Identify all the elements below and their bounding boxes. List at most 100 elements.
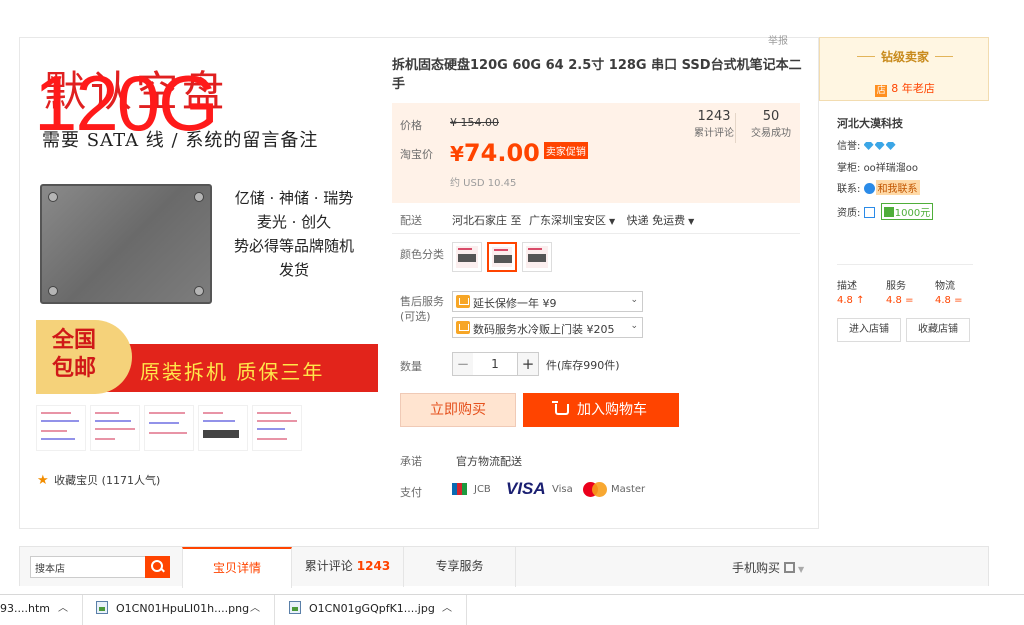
ship-method-select[interactable]: 快递 免运费 ▼ bbox=[627, 214, 695, 227]
color-swatch-selected[interactable] bbox=[487, 242, 517, 272]
download-item[interactable]: O1CN01gGQpfK1....jpg bbox=[289, 595, 435, 625]
thumbnail[interactable] bbox=[252, 405, 302, 451]
ship-to-select[interactable]: 广东深圳宝安区 ▼ bbox=[529, 214, 615, 227]
score-value: 4.8 ↑ bbox=[837, 295, 865, 306]
contact-button[interactable]: 和我联系 bbox=[863, 180, 920, 195]
taobao-price-label: 淘宝价 bbox=[400, 148, 433, 161]
free-shipping-badge: 全国包邮 bbox=[36, 320, 132, 394]
download-filename: 93....htm bbox=[0, 602, 50, 615]
favorite-item[interactable]: ★ 收藏宝贝 (1171人气) bbox=[37, 472, 160, 488]
usd-price: 约 USD 10.45 bbox=[450, 178, 517, 189]
brand-line: 势必得等品牌随机 bbox=[233, 237, 354, 255]
shipping-label: 配送 bbox=[400, 214, 422, 227]
original-price: ¥ 154.00 bbox=[450, 116, 499, 129]
tab-services[interactable]: 专享服务 bbox=[404, 547, 516, 587]
seller-header: 钻级卖家 店8 年老店 bbox=[819, 37, 989, 101]
download-filename: O1CN01gGQpfK1....jpg bbox=[309, 602, 435, 615]
enter-shop-button[interactable]: 进入店铺 bbox=[837, 318, 901, 342]
shop-name[interactable]: 河北大漠科技 bbox=[837, 115, 903, 131]
brand-line: 麦光 · 创久 bbox=[256, 213, 332, 231]
screw-icon bbox=[48, 192, 58, 202]
tab-reviews-count: 1243 bbox=[356, 559, 391, 573]
download-item[interactable]: O1CN01HpuLI01h....png bbox=[96, 595, 249, 625]
color-swatch[interactable] bbox=[452, 242, 482, 272]
thumbnail[interactable] bbox=[90, 405, 140, 451]
deposit-row: 资质: 1000元 bbox=[837, 203, 934, 220]
current-price: ¥74.00 卖家促销 bbox=[450, 139, 588, 167]
shipping-info: 河北石家庄 至 广东深圳宝安区 ▼ 快递 免运费 ▼ bbox=[452, 212, 694, 228]
image-capacity: 120G bbox=[36, 59, 219, 147]
mobile-buy-link[interactable]: 手机购买 ▼ bbox=[732, 559, 804, 576]
owner-name[interactable]: oo祥瑞溜oo bbox=[864, 163, 918, 174]
favorite-shop-button[interactable]: 收藏店铺 bbox=[906, 318, 970, 342]
deposit-label: 资质: bbox=[837, 208, 861, 219]
score-label: 物流 bbox=[935, 281, 955, 292]
warranty-option: 延长保修一年 ¥9 bbox=[473, 297, 557, 310]
divider bbox=[82, 595, 83, 625]
brand-line: 亿储 · 神储 · 瑞势 bbox=[234, 189, 354, 207]
chevron-down-icon: ⌄ bbox=[630, 321, 638, 331]
deposit-icon bbox=[883, 207, 894, 217]
tab-item-details[interactable]: 宝贝详情 bbox=[182, 547, 292, 588]
chevron-up-icon[interactable]: ︿ bbox=[442, 595, 452, 625]
warranty-select[interactable]: 延长保修一年 ¥9 ⌄ bbox=[452, 291, 643, 312]
shop-search-input[interactable] bbox=[30, 556, 146, 578]
color-swatch[interactable] bbox=[522, 242, 552, 272]
brand-line: 发货 bbox=[278, 261, 309, 279]
price-value: 74.00 bbox=[463, 139, 540, 167]
deposit-amount: 1000元 bbox=[894, 208, 931, 219]
tab-reviews-label: 累计评论 bbox=[304, 559, 353, 573]
quantity-increase-button[interactable]: + bbox=[517, 352, 539, 376]
thumbnail[interactable] bbox=[198, 405, 248, 451]
reviews-label: 累计评论 bbox=[694, 128, 734, 139]
credit-label: 信誉: bbox=[837, 141, 861, 152]
promo-text: 原装拆机 质保三年 bbox=[140, 360, 325, 384]
favorite-label: 收藏宝贝 bbox=[54, 474, 99, 487]
payment-label: 支付 bbox=[400, 486, 422, 499]
service-icon bbox=[456, 321, 470, 334]
quantity-input[interactable] bbox=[473, 352, 517, 376]
ship-method: 快递 免运费 bbox=[626, 214, 686, 227]
chevron-down-icon: ⌄ bbox=[630, 295, 638, 305]
ssd-drive-illustration bbox=[40, 184, 212, 304]
main-product-image[interactable]: 默认空盘 需要 SATA 线 / 系统的留言备注 120G 亿储 · 神储 · … bbox=[36, 48, 378, 396]
store-icon: 店 bbox=[875, 85, 888, 97]
sales-count: 50 bbox=[762, 109, 780, 124]
chevron-up-icon[interactable]: ︿ bbox=[58, 595, 68, 625]
repair-select[interactable]: 数码服务水冷贩上门装 ¥205 ⌄ bbox=[452, 317, 643, 338]
contact-row: 联系: 和我联系 bbox=[837, 180, 920, 195]
seller-level: 钻级卖家 bbox=[820, 48, 990, 65]
image-file-icon bbox=[289, 601, 301, 614]
credit-row: 信誉: bbox=[837, 137, 897, 152]
add-to-cart-button[interactable]: 加入购物车 bbox=[523, 393, 679, 427]
score-label: 服务 bbox=[886, 281, 906, 292]
reviews-count: 1243 bbox=[697, 109, 731, 124]
thumbnail[interactable] bbox=[36, 405, 86, 451]
thumbnail[interactable] bbox=[144, 405, 194, 451]
promise-label: 承诺 bbox=[400, 455, 422, 468]
price-panel: 价格 ¥ 154.00 淘宝价 ¥74.00 卖家促销 约 USD 10.45 1… bbox=[392, 103, 800, 203]
reviews-stat[interactable]: 1243 累计评论 bbox=[692, 109, 736, 139]
sales-stat: 50 交易成功 bbox=[746, 109, 796, 139]
ship-from: 河北石家庄 至 bbox=[452, 214, 522, 227]
divider bbox=[392, 233, 800, 234]
chevron-up-icon[interactable]: ︿ bbox=[250, 595, 260, 625]
score-service: 服务 4.8 = bbox=[886, 277, 936, 306]
contact-label: 联系: bbox=[837, 184, 861, 195]
score-label: 描述 bbox=[837, 281, 857, 292]
score-description: 描述 4.8 ↑ bbox=[837, 277, 887, 306]
buy-now-button[interactable]: 立即购买 bbox=[400, 393, 516, 427]
report-link[interactable]: 举报 bbox=[768, 32, 788, 47]
visa-label: Visa bbox=[552, 484, 573, 495]
download-item[interactable]: 93....htm bbox=[0, 595, 50, 625]
search-icon[interactable] bbox=[145, 556, 170, 578]
quantity-label: 数量 bbox=[400, 360, 422, 373]
add-to-cart-label: 加入购物车 bbox=[577, 402, 647, 418]
diamond-icon bbox=[874, 142, 885, 150]
quantity-decrease-button[interactable]: − bbox=[452, 352, 474, 376]
qr-code-icon bbox=[784, 562, 796, 573]
contact-label-text: 和我联系 bbox=[875, 180, 920, 195]
tab-reviews[interactable]: 累计评论 1243 bbox=[292, 547, 404, 587]
screw-icon bbox=[194, 286, 204, 296]
download-filename: O1CN01HpuLI01h....png bbox=[116, 602, 250, 615]
